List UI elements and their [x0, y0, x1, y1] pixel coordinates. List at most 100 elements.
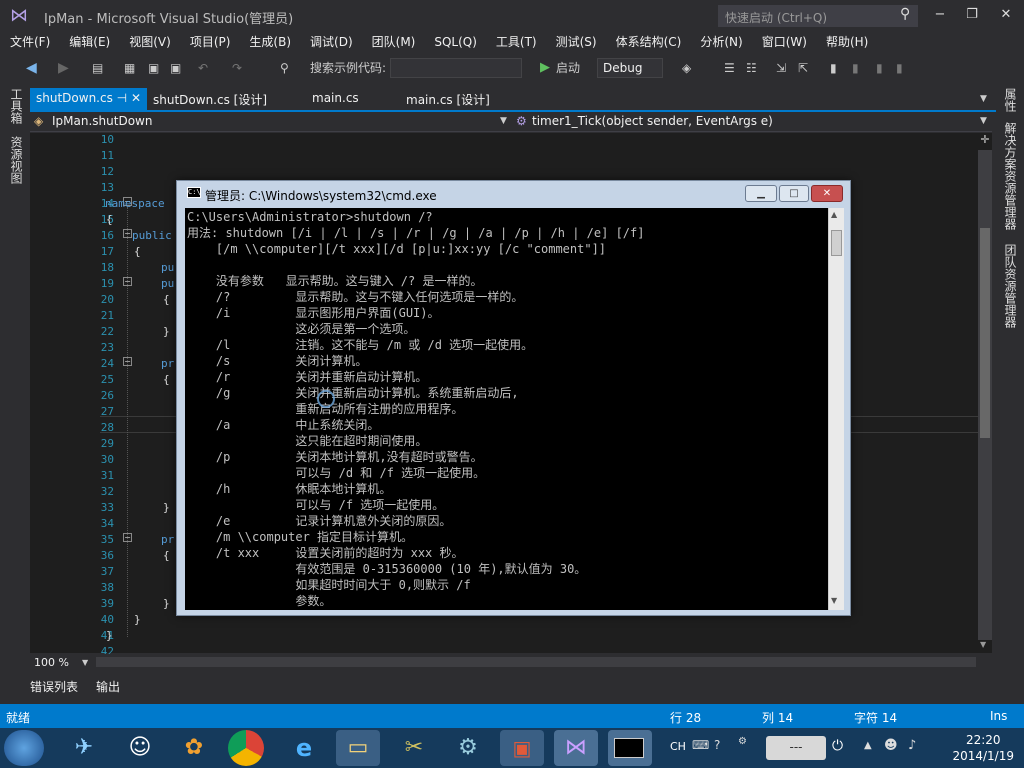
menu-tools[interactable]: 工具(T): [496, 32, 537, 52]
menu-sql[interactable]: SQL(Q): [434, 32, 477, 52]
properties-tab[interactable]: 属性: [1002, 88, 1019, 112]
pin-icon[interactable]: ⊣: [117, 91, 127, 105]
close-tab-icon[interactable]: ✕: [131, 91, 141, 105]
ie-icon[interactable]: e: [282, 730, 326, 766]
tab-dropdown-icon[interactable]: ▼: [980, 94, 987, 104]
team-explorer-tab[interactable]: 团队资源管理器: [1002, 244, 1019, 328]
explorer-icon[interactable]: ▭: [336, 730, 380, 766]
users-icon[interactable]: ☻: [884, 738, 898, 753]
format-icon[interactable]: ☰: [724, 54, 735, 82]
search-icon[interactable]: ⚲: [900, 6, 910, 22]
menu-view[interactable]: 视图(V): [129, 32, 171, 52]
menu-build[interactable]: 生成(B): [249, 32, 291, 52]
open-file-icon[interactable]: ▦: [124, 54, 135, 82]
powerpoint-icon[interactable]: ▣: [500, 730, 544, 766]
chrome-icon[interactable]: [228, 730, 264, 766]
cmd-console[interactable]: C:\Users\Administrator>shutdown /? 用法: sh…: [185, 208, 828, 610]
tab-main-cs[interactable]: main.cs: [306, 88, 400, 110]
menu-window[interactable]: 窗口(W): [762, 32, 807, 52]
zoom-level[interactable]: 100 %: [34, 656, 69, 669]
member-dropdown-arrow-icon[interactable]: ▼: [980, 116, 987, 126]
search-sample-input[interactable]: [390, 58, 522, 78]
bookmark-prev-icon[interactable]: ▮: [852, 54, 859, 82]
cmd-task-icon[interactable]: [608, 730, 652, 766]
class-dropdown-arrow-icon[interactable]: ▼: [500, 116, 507, 126]
language-indicator[interactable]: CH: [670, 740, 686, 753]
save-icon[interactable]: ▣: [148, 54, 159, 82]
step-icon[interactable]: ⇲: [776, 54, 786, 82]
cmd-scroll-up-icon[interactable]: ▲: [831, 210, 837, 219]
tools-icon[interactable]: ✂: [392, 730, 436, 766]
menu-analyze[interactable]: 分析(N): [700, 32, 742, 52]
split-icon[interactable]: ✛: [978, 133, 992, 147]
bookmark-next-icon[interactable]: ▮: [876, 54, 883, 82]
save-all-icon[interactable]: ▣: [170, 54, 181, 82]
feiq-icon[interactable]: ✈: [62, 730, 106, 766]
bookmark-icon[interactable]: ▮: [830, 54, 837, 82]
menu-project[interactable]: 项目(P): [190, 32, 231, 52]
cmd-window[interactable]: C:\ 管理员: C:\Windows\system32\cmd.exe ▁ □…: [176, 180, 851, 616]
system-clock[interactable]: 22:20 2014/1/19: [952, 732, 1014, 764]
find-icon[interactable]: ⚲: [280, 54, 289, 82]
visual-studio-task-icon[interactable]: ⋈: [554, 730, 598, 766]
maximize-button[interactable]: ❐: [960, 4, 984, 26]
quick-launch-input[interactable]: 快速启动 (Ctrl+Q): [718, 5, 918, 27]
cmd-minimize-button[interactable]: ▁: [745, 185, 777, 202]
help-icon[interactable]: ?: [714, 738, 720, 752]
scroll-down-icon[interactable]: ▼: [980, 640, 986, 649]
toolbox-tab[interactable]: 工具箱: [8, 88, 25, 124]
start-icon[interactable]: ▶: [540, 54, 550, 82]
fold-guide: [127, 207, 128, 637]
tab-main-design[interactable]: main.cs [设计]: [400, 88, 496, 110]
ime-status-box[interactable]: ---: [766, 736, 826, 760]
start-orb-icon[interactable]: [4, 730, 44, 766]
menu-test[interactable]: 测试(S): [556, 32, 597, 52]
resource-view-tab[interactable]: 资源视图: [8, 136, 25, 184]
cmd-line: [/m \\computer][/t xxx][/d [p|u:]xx:yy […: [187, 242, 607, 256]
class-icon: ◈: [34, 114, 44, 128]
tab-shutdown-cs[interactable]: shutDown.cs ⊣ ✕: [30, 88, 148, 110]
step-over-icon[interactable]: ⇱: [798, 54, 808, 82]
menu-debug[interactable]: 调试(D): [310, 32, 353, 52]
horizontal-scrollbar[interactable]: [96, 657, 976, 667]
power-icon[interactable]: ⏻: [832, 738, 843, 754]
new-project-icon[interactable]: ▤: [92, 54, 103, 82]
menu-file[interactable]: 文件(F): [10, 32, 50, 52]
redo-icon[interactable]: ↷: [232, 54, 242, 82]
volume-icon[interactable]: ♪: [908, 738, 916, 753]
tab-error-list[interactable]: 错误列表: [30, 676, 78, 698]
zoom-dropdown-icon[interactable]: ▼: [82, 658, 88, 667]
ime-settings-icon[interactable]: ⚙: [738, 736, 747, 747]
cmd-maximize-button[interactable]: □: [779, 185, 809, 202]
minimize-button[interactable]: −: [928, 4, 952, 26]
gift-icon[interactable]: ✿: [172, 730, 216, 766]
forward-icon[interactable]: ▶: [58, 54, 69, 82]
start-button[interactable]: 启动: [556, 54, 580, 82]
solution-explorer-tab[interactable]: 解决方案资源管理器: [1002, 122, 1019, 230]
taskbar: ✈ ☺ ✿ e ▭ ✂ ⚙ ▣ ⋈ CH ⌨ ? ⚙ --- ⏻ ▲ ☻ ♪ 2…: [0, 728, 1024, 768]
menu-help[interactable]: 帮助(H): [826, 32, 868, 52]
menu-team[interactable]: 团队(M): [372, 32, 416, 52]
undo-icon[interactable]: ↶: [198, 54, 208, 82]
align-icon[interactable]: ☷: [746, 54, 757, 82]
class-dropdown[interactable]: IpMan.shutDown: [52, 114, 152, 128]
menu-architecture[interactable]: 体系结构(C): [616, 32, 682, 52]
tab-shutdown-design[interactable]: shutDown.cs [设计]: [147, 88, 306, 110]
cmd-close-button[interactable]: ✕: [811, 185, 843, 202]
member-dropdown[interactable]: timer1_Tick(object sender, EventArgs e): [532, 114, 773, 128]
network-icon[interactable]: ⚙: [446, 730, 490, 766]
solution-config-select[interactable]: Debug: [597, 58, 663, 78]
attach-icon[interactable]: ◈: [682, 54, 691, 82]
tab-output[interactable]: 输出: [96, 676, 120, 698]
bookmark-clear-icon[interactable]: ▮: [896, 54, 903, 82]
cmd-scroll-down-icon[interactable]: ▼: [831, 596, 837, 605]
close-button[interactable]: ✕: [994, 4, 1018, 26]
back-icon[interactable]: ◀: [26, 54, 37, 82]
tray-expand-icon[interactable]: ▲: [864, 740, 872, 751]
keyboard-icon[interactable]: ⌨: [692, 738, 709, 752]
qq-icon[interactable]: ☺: [118, 730, 162, 766]
cmd-scrollbar[interactable]: ▲ ▼: [828, 208, 844, 610]
cmd-scroll-thumb[interactable]: [831, 230, 842, 256]
vertical-scroll-thumb[interactable]: [980, 228, 990, 438]
menu-edit[interactable]: 编辑(E): [69, 32, 110, 52]
